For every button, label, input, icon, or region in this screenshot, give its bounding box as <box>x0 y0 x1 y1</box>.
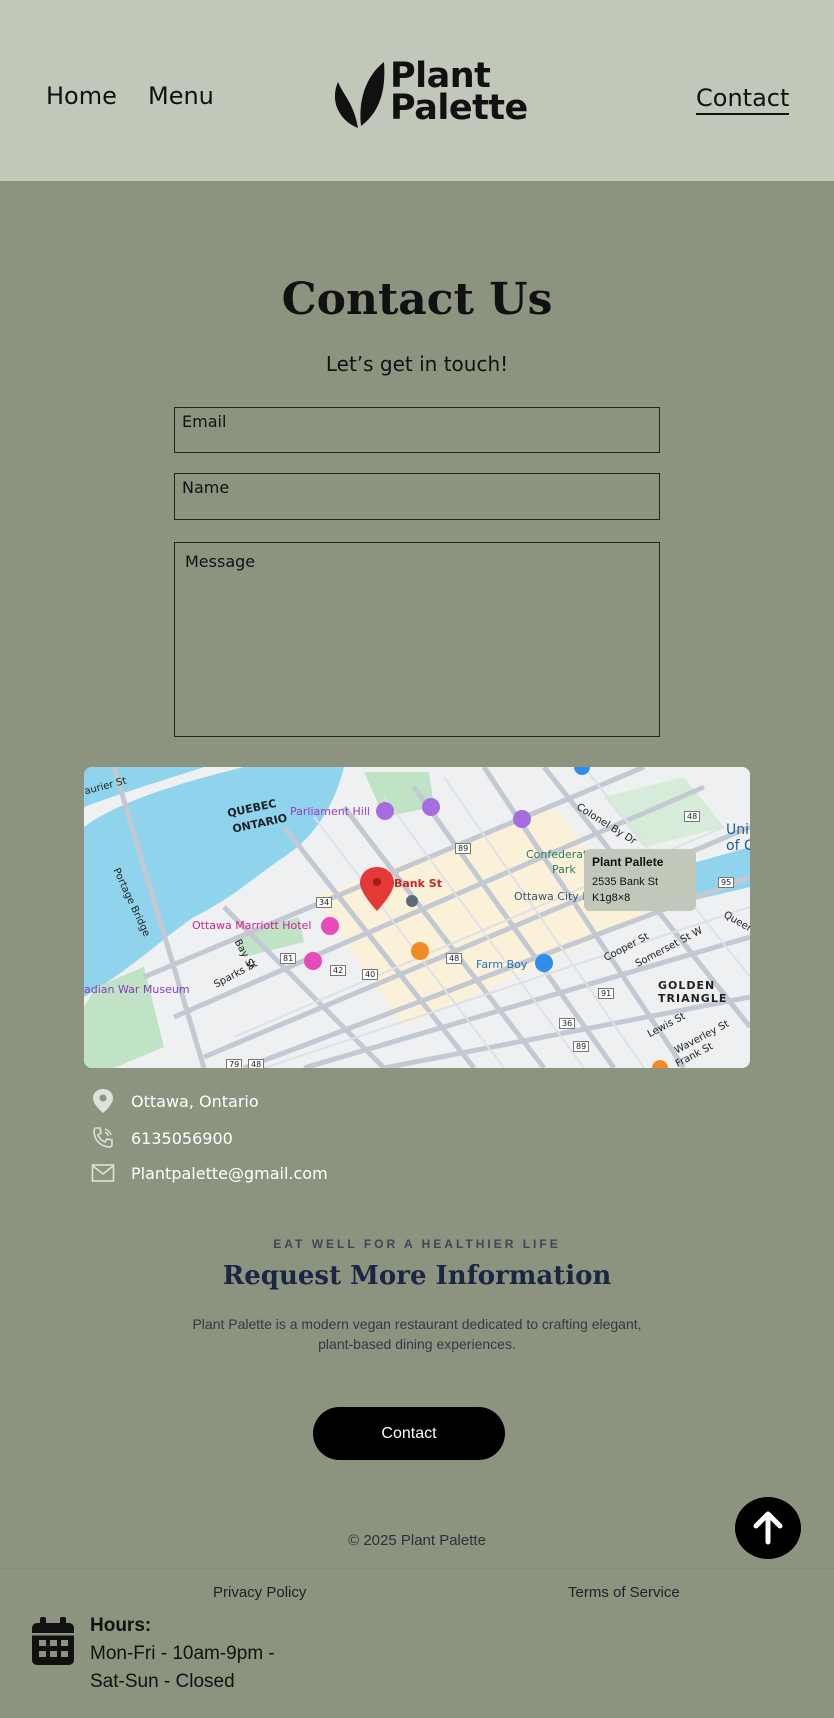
terms-of-service-link[interactable]: Terms of Service <box>568 1584 680 1601</box>
request-description: Plant Palette is a modern vegan restaura… <box>192 1316 642 1352</box>
map-label-park: Park <box>552 863 576 876</box>
map-card-address-line2: K1g8×8 <box>592 892 631 904</box>
map-card-address-line1: 2535 Bank St <box>592 876 659 888</box>
map-road-42: 42 <box>330 965 347 976</box>
request-eyebrow: EAT WELL FOR A HEALTHIER LIFE <box>273 1237 561 1251</box>
map-card-name: Plant Pallete <box>592 855 664 869</box>
map-label-uni: Uni <box>726 822 750 838</box>
contact-button[interactable]: Contact <box>313 1407 505 1460</box>
map-road-95: 95 <box>718 877 735 888</box>
page-title: Contact Us <box>281 274 553 325</box>
map-info-card[interactable]: Plant Pallete 2535 Bank St K1g8×8 <box>584 849 696 911</box>
map-label-of-c: of C <box>726 838 750 854</box>
map-road-89a: 89 <box>455 843 472 854</box>
contact-location-row: Ottawa, Ontario <box>90 1088 259 1114</box>
map-label-farm-boy: Farm Boy <box>476 958 528 971</box>
contact-email-row: Plantpalette@gmail.com <box>90 1160 328 1186</box>
hours-weekend: Sat-Sun - Closed <box>90 1671 235 1692</box>
location-pin-icon <box>90 1088 116 1114</box>
map-road-48b: 48 <box>248 1059 265 1068</box>
copyright: © 2025 Plant Palette <box>348 1532 486 1549</box>
map-label-war-museum: adian War Museum <box>84 983 190 996</box>
contact-email[interactable]: Plantpalette@gmail.com <box>131 1164 328 1183</box>
email-placeholder: Email <box>182 412 227 431</box>
leaf-icon <box>334 62 385 128</box>
site-header: Home Menu Plant Palette Contact <box>0 0 834 181</box>
map-label-marriott: Ottawa Marriott Hotel <box>192 919 312 932</box>
footer-divider <box>0 1568 834 1569</box>
map-road-89b: 89 <box>573 1041 590 1052</box>
map-label-triangle: TRIANGLE <box>658 992 728 1005</box>
request-title: Request More Information <box>222 1261 612 1291</box>
map-road-34: 34 <box>316 897 333 908</box>
map-road-79: 79 <box>226 1059 243 1068</box>
map-graphic <box>84 767 750 1068</box>
nav-contact-link[interactable]: Contact <box>696 84 790 115</box>
name-field[interactable]: Name <box>174 473 660 520</box>
page-subtitle: Let’s get in touch! <box>325 352 509 376</box>
contact-location: Ottawa, Ontario <box>131 1091 259 1111</box>
logo-line-2: Palette <box>390 88 528 128</box>
email-field[interactable]: Email <box>174 407 660 453</box>
phone-icon <box>90 1125 116 1151</box>
map-card-address: 2535 Bank St K1g8×8 <box>592 874 688 906</box>
message-placeholder: Message <box>185 552 256 571</box>
contact-phone[interactable]: 6135056900 <box>131 1129 233 1148</box>
hours-title: Hours: <box>90 1615 152 1636</box>
hours-lines: Hours: Mon-Fri - 10am-9pm - Sat-Sun - Cl… <box>90 1612 275 1696</box>
logo[interactable]: Plant Palette <box>328 58 528 132</box>
mail-icon <box>90 1160 116 1186</box>
nav-menu-link[interactable]: Menu <box>148 82 214 110</box>
map-label-golden: GOLDEN <box>658 979 716 992</box>
map-road-91: 91 <box>598 988 615 999</box>
map-road-48a: 48 <box>446 953 463 964</box>
map-road-40: 40 <box>362 969 379 980</box>
location-map[interactable]: QUEBEC ONTARIO Parliament Hill Ottawa Ma… <box>84 767 750 1068</box>
logo-text: Plant Palette <box>390 59 528 128</box>
nav-home-link[interactable]: Home <box>46 82 117 110</box>
message-field[interactable]: Message <box>174 542 660 737</box>
map-pin-label: Bank St <box>394 877 442 890</box>
map-road-48c: 48 <box>684 811 701 822</box>
map-road-81: 81 <box>280 953 297 964</box>
hours-weekday: Mon-Fri - 10am-9pm - <box>90 1643 275 1664</box>
contact-phone-row: 6135056900 <box>90 1125 233 1151</box>
map-label-confederation: Confederati <box>526 848 591 861</box>
name-placeholder: Name <box>182 478 230 497</box>
privacy-policy-link[interactable]: Privacy Policy <box>213 1584 306 1601</box>
map-label-parliament: Parliament Hill <box>290 805 370 818</box>
map-road-36: 36 <box>559 1018 576 1029</box>
map-label-city-hall: Ottawa City H <box>514 890 591 903</box>
hours-block: Hours: Mon-Fri - 10am-9pm - Sat-Sun - Cl… <box>30 1612 275 1696</box>
scroll-to-top-button[interactable] <box>735 1497 801 1559</box>
calendar-icon <box>32 1617 74 1665</box>
